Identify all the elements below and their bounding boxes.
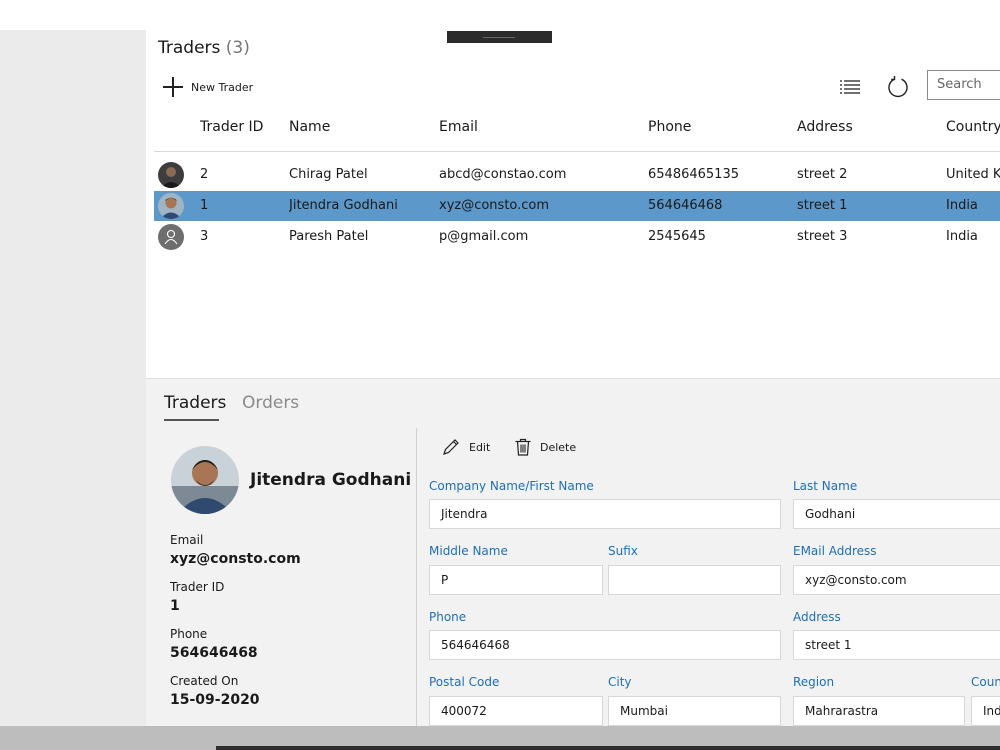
company-name-label: Company Name/First Name: [429, 479, 594, 493]
window-drag-handle[interactable]: [447, 31, 552, 43]
cell-trader-id: 3: [200, 229, 209, 244]
trader-avatar: [158, 193, 184, 219]
address-field[interactable]: street 1: [793, 630, 1000, 660]
email-value: xyz@consto.com: [170, 551, 301, 567]
search-input[interactable]: Search: [927, 70, 1000, 100]
city-label: City: [608, 675, 632, 689]
detail-divider: [416, 428, 417, 726]
table-row-selected[interactable]: 1 Jitendra Godhani xyz@consto.com 564646…: [154, 191, 1000, 221]
middle-name-label: Middle Name: [429, 544, 508, 558]
column-header-phone[interactable]: Phone: [648, 119, 691, 135]
column-header-address[interactable]: Address: [797, 119, 853, 135]
email-label: Email: [170, 533, 204, 547]
cell-address: street 1: [797, 198, 848, 213]
tab-traders[interactable]: Traders: [164, 393, 226, 413]
delete-label: Delete: [540, 440, 577, 454]
table-row[interactable]: 2 Chirag Patel abcd@constao.com 65486465…: [154, 160, 1000, 190]
postal-code-field[interactable]: 400072: [429, 696, 603, 726]
created-on-label: Created On: [170, 674, 239, 688]
delete-button[interactable]: Delete: [513, 436, 576, 458]
suffix-label: Sufix: [608, 544, 638, 558]
taskbar-strip: [216, 746, 1000, 750]
cell-trader-id: 2: [200, 167, 209, 182]
email-address-field[interactable]: xyz@consto.com: [793, 565, 1000, 595]
column-header-email[interactable]: Email: [439, 119, 478, 135]
tab-orders[interactable]: Orders: [242, 393, 299, 413]
cell-email: abcd@constao.com: [439, 167, 567, 182]
plus-icon: [163, 77, 183, 97]
cell-country: India: [946, 229, 978, 244]
created-on-value: 15-09-2020: [170, 692, 260, 708]
trader-avatar: [158, 162, 184, 188]
column-header-country[interactable]: Country: [946, 119, 1000, 135]
middle-name-field[interactable]: P: [429, 565, 603, 595]
header-divider: [154, 151, 1000, 152]
trader-id-value: 1: [170, 598, 180, 614]
last-name-field[interactable]: Godhani: [793, 499, 1000, 529]
phone-field[interactable]: 564646468: [429, 630, 781, 660]
phone-label: Phone: [170, 627, 208, 641]
cell-trader-id: 1: [200, 198, 209, 213]
cell-email: xyz@consto.com: [439, 198, 550, 213]
trader-avatar-placeholder: [158, 224, 184, 250]
email-address-label: EMail Address: [793, 544, 877, 558]
phone-value: 564646468: [170, 645, 258, 661]
cell-name: Paresh Patel: [289, 229, 369, 244]
last-name-label: Last Name: [793, 479, 858, 493]
edit-button[interactable]: Edit: [441, 436, 490, 458]
refresh-icon[interactable]: [886, 75, 910, 99]
list-icon[interactable]: [839, 77, 861, 97]
trader-full-name: Jitendra Godhani: [250, 470, 412, 490]
country-label: Country: [971, 675, 1000, 689]
cell-address: street 3: [797, 229, 848, 244]
table-row[interactable]: 3 Paresh Patel p@gmail.com 2545645 stree…: [154, 222, 1000, 252]
trash-icon: [515, 438, 531, 456]
city-field[interactable]: Mumbai: [608, 696, 781, 726]
new-trader-button[interactable]: New Trader: [163, 76, 253, 98]
column-header-trader-id[interactable]: Trader ID: [200, 119, 263, 135]
trader-id-label: Trader ID: [170, 580, 225, 594]
page-title: Traders (3): [158, 38, 250, 58]
cell-phone: 65486465135: [648, 167, 739, 182]
navigation-pane: [0, 30, 146, 726]
suffix-field[interactable]: [608, 565, 781, 595]
cell-country: United Kingdom: [946, 167, 1000, 182]
address-label: Address: [793, 610, 841, 624]
active-tab-indicator: [164, 419, 219, 421]
phone-field-label: Phone: [429, 610, 467, 624]
region-field[interactable]: Mahrarastra: [793, 696, 965, 726]
cell-phone: 564646468: [648, 198, 723, 213]
cell-email: p@gmail.com: [439, 229, 529, 244]
cell-phone: 2545645: [648, 229, 706, 244]
cell-name: Chirag Patel: [289, 167, 368, 182]
pencil-icon: [443, 439, 459, 455]
trader-profile-photo: [171, 446, 239, 514]
company-name-field[interactable]: Jitendra: [429, 499, 781, 529]
new-trader-label: New Trader: [191, 80, 254, 94]
region-label: Region: [793, 675, 835, 689]
column-header-name[interactable]: Name: [289, 119, 330, 135]
postal-code-label: Postal Code: [429, 675, 500, 689]
cell-country: India: [946, 198, 978, 213]
page-title-text: Traders: [158, 38, 221, 58]
country-field[interactable]: India: [971, 696, 1000, 726]
trader-count: (3): [225, 38, 250, 58]
cell-name: Jitendra Godhani: [289, 198, 398, 213]
cell-address: street 2: [797, 167, 848, 182]
edit-label: Edit: [469, 440, 491, 454]
